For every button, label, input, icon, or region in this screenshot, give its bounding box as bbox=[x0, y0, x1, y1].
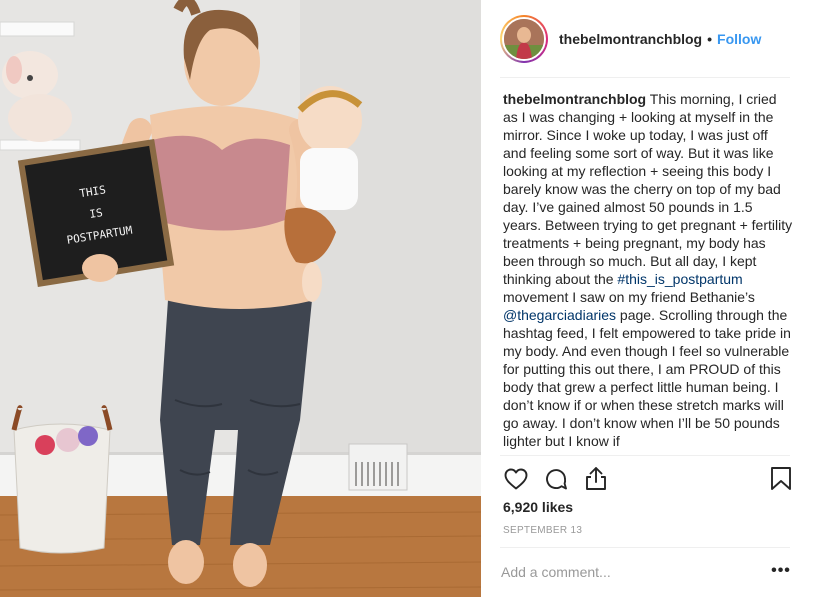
action-bar bbox=[500, 464, 792, 496]
more-options-button[interactable]: ••• bbox=[769, 560, 793, 582]
heart-icon[interactable] bbox=[504, 468, 528, 490]
caption-text-1: This morning, I cried as I was changing … bbox=[503, 91, 793, 287]
comment-divider bbox=[500, 547, 790, 548]
post-photo[interactable]: THIS IS POSTPARTUM bbox=[0, 0, 481, 597]
post-header: thebelmontranchblog • Follow bbox=[481, 0, 814, 77]
caption-text-3: page. Scrolling through the hashtag feed… bbox=[503, 307, 791, 449]
post-details-panel: thebelmontranchblog • Follow thebelmontr… bbox=[481, 0, 814, 597]
likes-count[interactable]: 6,920 likes bbox=[503, 499, 573, 515]
mention-link[interactable]: @thegarciadiaries bbox=[503, 307, 616, 323]
sign-line-2: IS bbox=[89, 206, 104, 221]
postpartum-photo: THIS IS POSTPARTUM bbox=[0, 0, 481, 597]
follow-button[interactable]: Follow bbox=[717, 31, 761, 47]
comment-input[interactable] bbox=[501, 561, 751, 583]
actions-divider bbox=[500, 455, 790, 456]
header-divider bbox=[500, 77, 790, 78]
header-separator: • bbox=[707, 30, 713, 47]
caption-text-2: movement I saw on my friend Bethanie’s bbox=[503, 289, 755, 305]
bookmark-icon[interactable] bbox=[770, 466, 792, 491]
header-username[interactable]: thebelmontranchblog bbox=[559, 31, 702, 47]
comment-icon[interactable] bbox=[544, 467, 568, 491]
hashtag-link[interactable]: #this_is_postpartum bbox=[617, 271, 742, 287]
caption-username[interactable]: thebelmontranchblog bbox=[503, 91, 646, 107]
avatar-image bbox=[504, 18, 544, 59]
avatar-story-ring[interactable] bbox=[500, 14, 548, 63]
share-icon[interactable] bbox=[584, 466, 608, 491]
post-date[interactable]: SEPTEMBER 13 bbox=[503, 525, 582, 536]
profile-avatar bbox=[502, 16, 546, 61]
caption: thebelmontranchblog This morning, I crie… bbox=[503, 90, 793, 455]
